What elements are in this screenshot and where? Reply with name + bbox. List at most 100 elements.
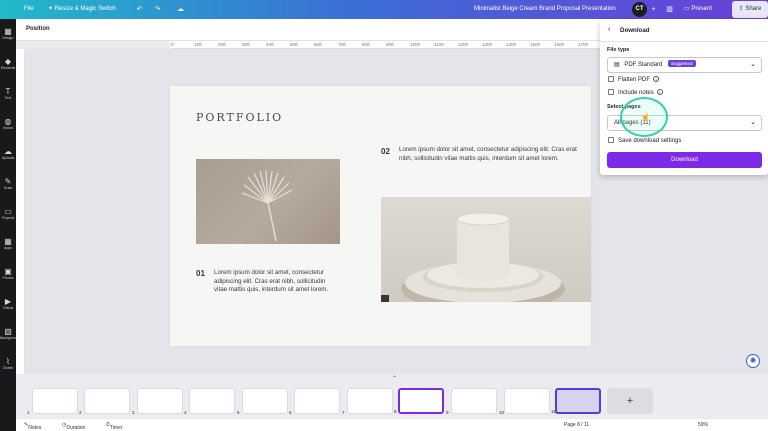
resize-button[interactable]: ✦ Resize & Magic Switch: [48, 0, 116, 19]
position-button[interactable]: Position: [26, 26, 50, 32]
page-thumb[interactable]: 10: [499, 388, 550, 415]
save-settings-option[interactable]: Save download settings: [608, 137, 681, 145]
flatten-pdf-checkbox[interactable]: [608, 76, 614, 82]
panel-title: Download: [620, 27, 650, 34]
flatten-pdf-option[interactable]: Flatten PDF i: [608, 76, 660, 84]
page-number: 6: [289, 410, 292, 415]
ruler-tick: 700: [338, 42, 346, 47]
rail-label: Videos: [2, 306, 14, 310]
add-page-button[interactable]: +: [607, 388, 653, 414]
page-indicator[interactable]: Page 8 / 11: [564, 422, 589, 428]
ruler-tick: 1100: [434, 42, 444, 47]
item-number-2[interactable]: 02: [381, 147, 390, 156]
include-notes-option[interactable]: Include notes i: [608, 89, 663, 97]
share-button[interactable]: ⇪ Share: [732, 1, 768, 18]
file-type-label: File type: [607, 47, 630, 53]
undo-icon[interactable]: ↶: [134, 4, 145, 15]
page-thumb-current[interactable]: 8: [394, 388, 444, 414]
avatar[interactable]: CT: [632, 2, 647, 17]
page-thumb[interactable]: 3: [132, 388, 183, 415]
file-type-select[interactable]: ▤ PDF Standard Suggested ⌄: [607, 57, 762, 73]
page-number: 1: [27, 410, 30, 415]
timer-button[interactable]: ⏱ Timer: [106, 422, 123, 431]
document-title[interactable]: Minimalist Beige Cream Brand Proposal Pr…: [474, 0, 616, 19]
ruler-tick: 1000: [410, 42, 421, 47]
back-arrow-icon[interactable]: ‹: [608, 26, 610, 33]
design-icon: ▦: [4, 27, 12, 36]
present-label: Present: [691, 6, 713, 12]
ruler-tick: 1200: [458, 42, 469, 47]
slide-title[interactable]: PORTFOLIO: [196, 111, 283, 124]
cloud-save-icon[interactable]: ☁: [175, 4, 186, 15]
rail-label: Apps: [4, 246, 12, 250]
rail-label: Draw: [3, 186, 13, 190]
rail-design[interactable]: ▦ Design: [0, 27, 16, 40]
page-thumb[interactable]: 11: [551, 388, 601, 414]
rail-videos[interactable]: ▶ Videos: [0, 297, 16, 310]
item-number-1[interactable]: 01: [196, 269, 205, 278]
include-notes-label: Include notes: [618, 90, 654, 96]
info-icon[interactable]: i: [656, 89, 663, 95]
ceramic-cup-image[interactable]: [381, 197, 591, 302]
page-thumb[interactable]: 5: [237, 388, 288, 415]
duration-button[interactable]: ◷ Duration: [62, 422, 85, 431]
ruler-tick: 1400: [506, 42, 517, 47]
page-thumb[interactable]: 6: [289, 388, 340, 415]
duration-label: Duration: [66, 425, 86, 431]
upload-icon: ☁: [4, 147, 12, 156]
magic-assistant-icon[interactable]: ✺: [746, 354, 760, 368]
share-label: Share: [745, 6, 762, 12]
brand-icon: ◍: [4, 117, 12, 126]
suggested-badge: Suggested: [668, 60, 696, 67]
page-thumb[interactable]: 1: [27, 388, 78, 415]
page-thumb[interactable]: 9: [446, 388, 497, 415]
page-number: 4: [184, 410, 187, 415]
body-text-1[interactable]: Lorem ipsum dolor sit amet, consectetur …: [214, 269, 340, 295]
ceramic-cup-illustration: [381, 212, 565, 302]
page-thumb[interactable]: 7: [342, 388, 393, 415]
rail-elements[interactable]: ◆ Elements: [0, 57, 16, 70]
rail-label: Charts: [2, 366, 14, 370]
download-button[interactable]: Download: [607, 152, 762, 168]
file-menu[interactable]: File: [24, 0, 34, 19]
page-number: 7: [342, 410, 345, 415]
ruler-tick: 1600: [554, 42, 565, 47]
analytics-icon[interactable]: ▥: [664, 4, 675, 15]
rail-projects[interactable]: ▭ Projects: [0, 207, 16, 220]
top-ruler: 0 100 200 300 400 500 600 700 800 900 10…: [170, 41, 612, 49]
rail-apps[interactable]: ▦ Apps: [0, 237, 16, 250]
zoom-level[interactable]: 59%: [698, 422, 708, 428]
redo-icon[interactable]: ↷: [152, 4, 163, 15]
palm-leaf-image[interactable]: [196, 159, 340, 244]
rail-brand[interactable]: ◍ Brand: [0, 117, 16, 130]
rail-draw[interactable]: ✎ Draw: [0, 177, 16, 190]
download-panel: ‹ Download File type ▤ PDF Standard Sugg…: [600, 19, 768, 175]
palm-leaf-illustration: [241, 169, 293, 242]
chevron-down-icon: ⌄: [750, 61, 756, 68]
rail-text[interactable]: T Text: [0, 87, 16, 100]
rail-charts[interactable]: ⌇ Charts: [0, 357, 16, 370]
save-settings-checkbox[interactable]: [608, 137, 614, 143]
body-text-2[interactable]: Lorem ipsum dolor sit amet, consectetur …: [399, 146, 585, 163]
include-notes-checkbox[interactable]: [608, 89, 614, 95]
page-number: 5: [237, 410, 240, 415]
present-button[interactable]: ▭ Present: [684, 3, 712, 16]
page-number: 10: [499, 410, 505, 415]
background-icon: ▧: [4, 327, 12, 336]
ruler-tick: 900: [386, 42, 394, 47]
rail-photos[interactable]: ▣ Photos: [0, 267, 16, 280]
page-thumbnails: 1 2 3 4 5 6 7 8 9 10 11 +: [16, 381, 768, 419]
page-number: 3: [132, 410, 135, 415]
page-thumb[interactable]: 2: [79, 388, 130, 415]
rail-uploads[interactable]: ☁ Uploads: [0, 147, 16, 160]
notes-button[interactable]: ✎ Notes: [24, 422, 41, 431]
page-number: 2: [79, 410, 82, 415]
add-collaborator-icon[interactable]: +: [648, 4, 659, 15]
resize-label: Resize & Magic Switch: [54, 6, 116, 12]
ruler-tick: 500: [290, 42, 298, 47]
page-thumb[interactable]: 4: [184, 388, 235, 415]
file-type-value: PDF Standard: [624, 62, 663, 68]
slide-canvas[interactable]: PORTFOLIO 01 Lorem ipsum dolor sit amet,…: [170, 86, 591, 346]
info-icon[interactable]: i: [653, 76, 660, 82]
rail-background[interactable]: ▧ Background: [0, 327, 19, 340]
